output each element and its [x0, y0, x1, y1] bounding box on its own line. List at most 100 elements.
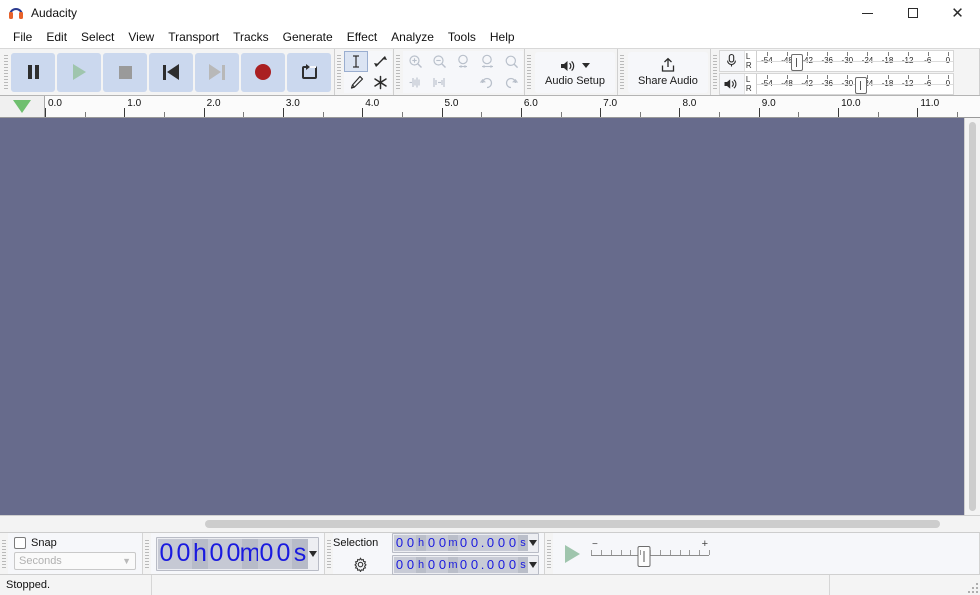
audio-setup-toolbar-grip[interactable]	[525, 49, 533, 95]
menu-file[interactable]: File	[6, 28, 39, 47]
time-unit[interactable]: m	[242, 539, 258, 569]
horizontal-scrollbar-thumb[interactable]	[205, 520, 940, 528]
time-unit[interactable]: s	[518, 535, 528, 551]
time-digit[interactable]: 0	[496, 557, 507, 573]
fit-selection-button[interactable]	[451, 51, 475, 72]
selection-settings-button[interactable]	[333, 557, 387, 572]
zoom-in-button[interactable]	[403, 51, 427, 72]
stop-button[interactable]	[103, 53, 147, 92]
selection-start-display[interactable]: 00h00m00.000s	[392, 533, 539, 553]
time-digit[interactable]: 0	[208, 539, 225, 569]
time-unit[interactable]: m	[448, 535, 458, 551]
audio-position-display[interactable]: 00h00m00s	[156, 537, 319, 571]
timeline-ruler[interactable]: 0.01.02.03.04.05.06.07.08.09.010.011.0	[45, 96, 980, 117]
menu-effect[interactable]: Effect	[340, 28, 384, 47]
time-digit[interactable]: 0	[426, 535, 437, 551]
play-speed-toolbar-grip[interactable]	[545, 533, 553, 574]
selection-toolbar-grip[interactable]	[325, 533, 333, 574]
time-digit[interactable]: 0	[469, 535, 480, 551]
time-digit[interactable]: 0	[158, 539, 175, 569]
selection-tool[interactable]	[344, 51, 368, 72]
time-unit[interactable]: h	[416, 557, 426, 573]
recording-meter[interactable]: L R -54-48-42-36-30-24-18-12-60	[719, 50, 954, 72]
play-at-speed-button[interactable]	[557, 540, 587, 568]
multi-tool[interactable]	[368, 72, 392, 93]
minimize-button[interactable]	[845, 0, 890, 26]
time-unit[interactable]: h	[416, 535, 426, 551]
share-audio-button[interactable]: Share Audio	[628, 52, 708, 93]
play-speed-slider[interactable]: − +	[591, 540, 709, 568]
time-digit[interactable]: 0	[275, 539, 292, 569]
horizontal-scrollbar[interactable]	[0, 516, 964, 532]
time-unit[interactable]: s	[518, 557, 528, 573]
time-digit[interactable]: 0	[485, 535, 496, 551]
silence-audio-button[interactable]	[427, 72, 451, 93]
envelope-tool[interactable]	[368, 51, 392, 72]
zoom-out-button[interactable]	[427, 51, 451, 72]
time-digit[interactable]: 0	[175, 539, 192, 569]
dropdown-arrow-icon[interactable]	[309, 551, 317, 557]
play-button[interactable]	[57, 53, 101, 92]
time-unit[interactable]: h	[192, 539, 208, 569]
record-button[interactable]	[241, 53, 285, 92]
time-digit[interactable]: 0	[507, 535, 518, 551]
playback-meter[interactable]: L R -54-48-42-36-30-24-18-12-60	[719, 73, 954, 95]
menu-help[interactable]: Help	[483, 28, 522, 47]
audio-setup-button[interactable]: Audio Setup	[535, 52, 615, 93]
menu-select[interactable]: Select	[74, 28, 121, 47]
menu-edit[interactable]: Edit	[39, 28, 74, 47]
transport-toolbar-grip[interactable]	[2, 49, 10, 95]
menu-analyze[interactable]: Analyze	[384, 28, 441, 47]
recording-volume-slider[interactable]	[791, 54, 803, 71]
menu-transport[interactable]: Transport	[161, 28, 226, 47]
selection-end-display[interactable]: 00h00m00.000s	[392, 555, 539, 575]
time-digit[interactable]: 0	[405, 557, 416, 573]
vertical-scrollbar-thumb[interactable]	[969, 122, 976, 511]
draw-tool[interactable]	[344, 72, 368, 93]
time-digit[interactable]: 0	[485, 557, 496, 573]
time-unit[interactable]: m	[448, 557, 458, 573]
menu-tools[interactable]: Tools	[441, 28, 483, 47]
recording-meter-scale[interactable]: -54-48-42-36-30-24-18-12-60	[757, 51, 953, 71]
fit-project-button[interactable]	[475, 51, 499, 72]
time-digit[interactable]: 0	[458, 557, 469, 573]
snapping-toolbar-grip[interactable]	[0, 533, 8, 574]
undo-button[interactable]	[475, 72, 499, 93]
maximize-button[interactable]	[890, 0, 935, 26]
time-digit[interactable]: 0	[258, 539, 275, 569]
time-unit[interactable]: s	[292, 539, 308, 569]
time-digit[interactable]: 0	[458, 535, 469, 551]
time-digit[interactable]: 0	[437, 535, 448, 551]
loop-button[interactable]	[287, 53, 331, 92]
tools-toolbar-grip[interactable]	[335, 49, 343, 95]
meter-toolbar-grip[interactable]	[711, 49, 719, 95]
snap-unit-select[interactable]: Seconds ▼	[14, 552, 136, 570]
resize-grip-icon[interactable]	[968, 583, 978, 593]
dropdown-arrow-icon[interactable]	[529, 540, 537, 546]
skip-to-start-button[interactable]	[149, 53, 193, 92]
time-digit[interactable]: 0	[469, 557, 480, 573]
time-digit[interactable]: 0	[496, 535, 507, 551]
time-digit[interactable]: 0	[405, 535, 416, 551]
playback-meter-scale[interactable]: -54-48-42-36-30-24-18-12-60	[757, 74, 953, 94]
skip-to-end-button[interactable]	[195, 53, 239, 92]
menu-generate[interactable]: Generate	[276, 28, 340, 47]
redo-button[interactable]	[499, 72, 523, 93]
playback-volume-slider[interactable]	[855, 77, 867, 94]
time-digit[interactable]: 0	[507, 557, 518, 573]
vertical-scrollbar[interactable]	[964, 118, 980, 515]
pinned-play-head-button[interactable]	[0, 96, 45, 117]
time-toolbar-grip[interactable]	[143, 533, 151, 574]
track-panel[interactable]	[0, 118, 980, 515]
trim-audio-button[interactable]	[403, 72, 427, 93]
menu-view[interactable]: View	[121, 28, 161, 47]
pause-button[interactable]	[11, 53, 55, 92]
snap-checkbox[interactable]	[14, 537, 26, 549]
time-digit[interactable]: 0	[437, 557, 448, 573]
empty-track-background[interactable]	[0, 118, 964, 515]
share-audio-toolbar-grip[interactable]	[618, 49, 626, 95]
menu-tracks[interactable]: Tracks	[226, 28, 276, 47]
time-digit[interactable]: 0	[394, 535, 405, 551]
close-button[interactable]: ✕	[935, 0, 980, 26]
zoom-toggle-button[interactable]	[499, 51, 523, 72]
